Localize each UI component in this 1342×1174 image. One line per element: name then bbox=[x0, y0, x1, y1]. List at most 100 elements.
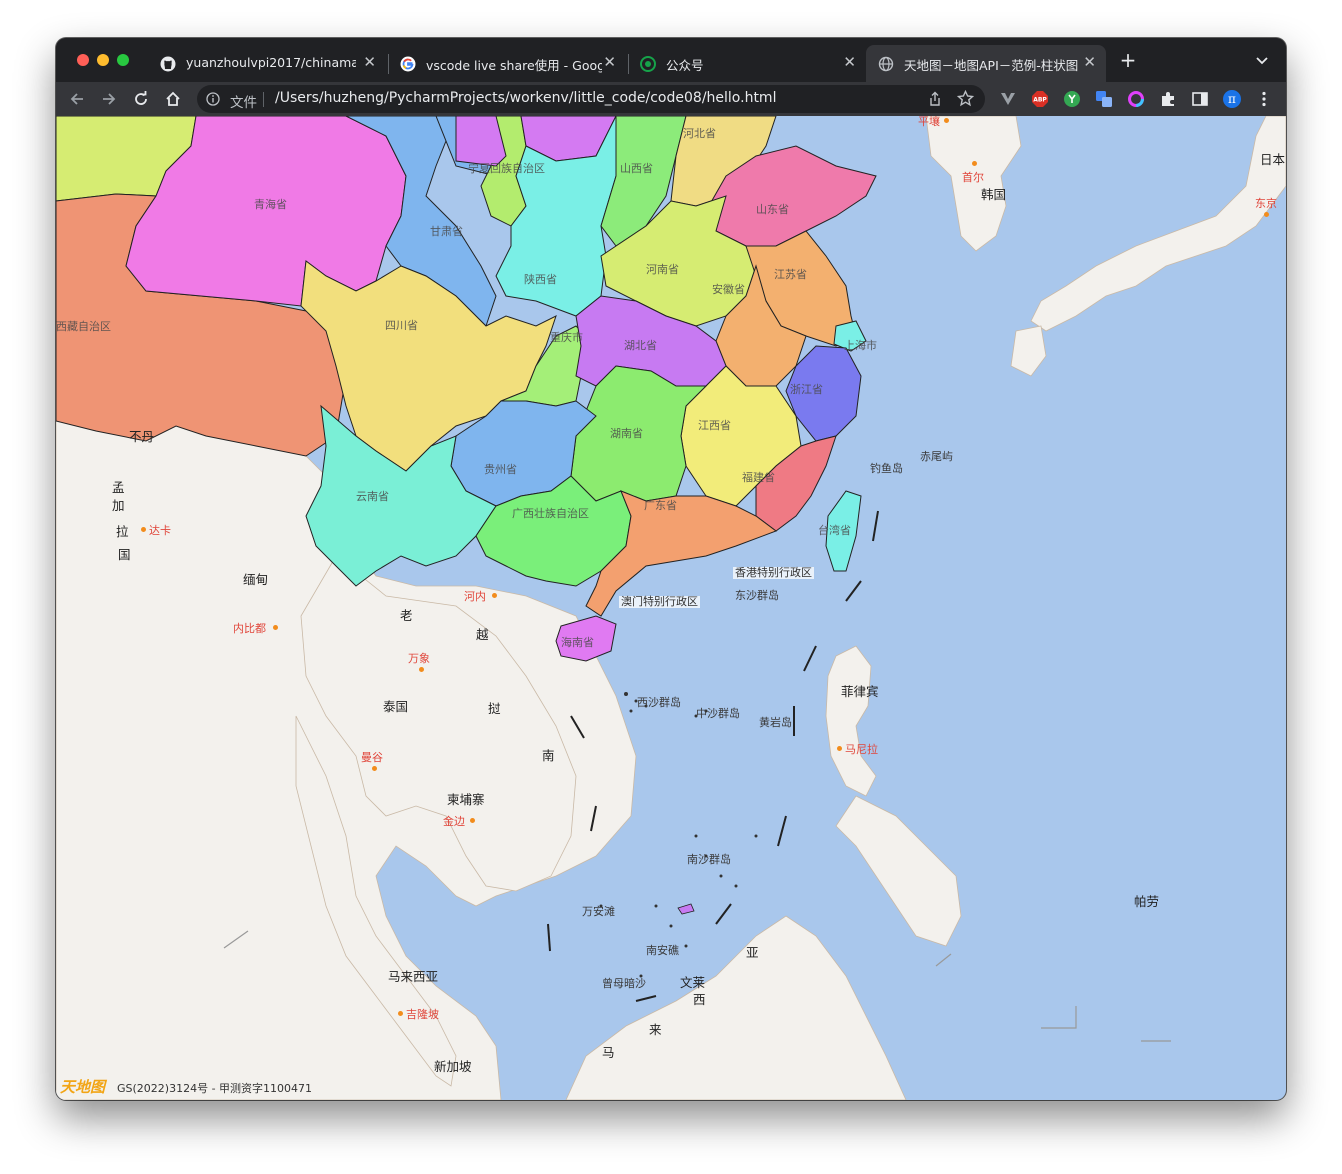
tab-title: vscode live share使用 - Google bbox=[426, 58, 602, 73]
island-label: 东沙群岛 bbox=[735, 589, 779, 602]
province-label: 四川省 bbox=[385, 319, 418, 332]
sidebar-icon[interactable] bbox=[1191, 90, 1209, 108]
close-icon[interactable]: ✕ bbox=[1083, 53, 1096, 71]
vivaldi-icon[interactable] bbox=[999, 90, 1017, 108]
capital-label: 吉隆坡 bbox=[406, 1008, 439, 1021]
country-label: 柬埔寨 bbox=[447, 792, 485, 807]
address-bar[interactable]: 文件 /Users/huzheng/PycharmProjects/worken… bbox=[197, 85, 985, 113]
province-label: 澳门特别行政区 bbox=[619, 595, 700, 608]
window-maximize-button[interactable] bbox=[117, 54, 129, 66]
province-label: 宁夏回族自治区 bbox=[468, 162, 545, 175]
tab-title: 公众号 bbox=[666, 58, 704, 73]
country-label: 帕劳 bbox=[1134, 894, 1160, 909]
land-philippines-south bbox=[835, 795, 962, 947]
island-label: 钓鱼岛 bbox=[870, 462, 903, 475]
capital-label: 平壤 bbox=[918, 116, 940, 128]
back-arrow-icon[interactable] bbox=[68, 90, 86, 108]
capital-label: 内比都 bbox=[233, 622, 266, 635]
capital-dot bbox=[372, 766, 377, 771]
tab-title: 天地图－地图API－范例-柱状图 bbox=[904, 58, 1079, 73]
capital-dot bbox=[944, 118, 949, 123]
province-label: 台湾省 bbox=[818, 524, 851, 537]
province-label: 广东省 bbox=[644, 499, 677, 512]
land-kyushu bbox=[1010, 325, 1047, 377]
capital-label: 万象 bbox=[408, 652, 430, 665]
google-icon bbox=[400, 56, 416, 72]
tab-wechat[interactable]: 公众号 ✕ bbox=[628, 45, 866, 82]
island-label: 万安滩 bbox=[582, 905, 615, 918]
province-label: 贵州省 bbox=[484, 463, 517, 476]
land-borneo bbox=[565, 915, 907, 1100]
country-label: 文莱 bbox=[680, 975, 706, 990]
tianditu-logo[interactable]: 天地图 bbox=[60, 1076, 114, 1096]
province-label: 甘肃省 bbox=[430, 225, 463, 238]
tab-github[interactable]: yuanzhoulvpi2017/chinamap ✕ bbox=[148, 45, 386, 82]
province-label: 湖北省 bbox=[624, 339, 657, 352]
toolbar: 文件 /Users/huzheng/PycharmProjects/worken… bbox=[56, 82, 1286, 116]
tab-tianditu[interactable]: 天地图－地图API－范例-柱状图 ✕ bbox=[866, 45, 1106, 82]
capital-dot bbox=[419, 667, 424, 672]
country-label: 日本 bbox=[1260, 152, 1286, 167]
country-label: 西 bbox=[693, 992, 706, 1007]
chevron-down-icon[interactable] bbox=[1254, 52, 1270, 68]
island-label: 南沙群岛 bbox=[687, 853, 731, 866]
close-icon[interactable]: ✕ bbox=[603, 53, 616, 71]
land-philippines-luzon bbox=[825, 645, 877, 797]
country-label: 韩国 bbox=[981, 187, 1007, 202]
country-label: 国 bbox=[118, 547, 131, 562]
capital-dot bbox=[972, 161, 977, 166]
adblock-icon[interactable]: ABP bbox=[1031, 90, 1049, 108]
capital-dot bbox=[398, 1011, 403, 1016]
close-icon[interactable]: ✕ bbox=[363, 53, 376, 71]
country-label: 菲律宾 bbox=[841, 684, 879, 699]
bookmark-star-icon[interactable] bbox=[957, 90, 974, 107]
tab-strip: yuanzhoulvpi2017/chinamap ✕ vscode live … bbox=[56, 38, 1286, 82]
country-label: 不丹 bbox=[129, 429, 155, 444]
island-label: 中沙群岛 bbox=[696, 707, 740, 720]
window-minimize-button[interactable] bbox=[97, 54, 109, 66]
map-canvas[interactable]: 青海省 甘肃省 宁夏回族自治区 山西省 河北省 山东省 陕西省 河南省 江苏省 … bbox=[56, 116, 1286, 1100]
island-label: 西沙群岛 bbox=[637, 696, 681, 709]
omnibox-separator bbox=[263, 92, 264, 107]
reload-icon[interactable] bbox=[132, 90, 150, 108]
capital-label: 马尼拉 bbox=[845, 743, 878, 756]
reef-purple bbox=[677, 903, 695, 915]
yandex-icon[interactable] bbox=[1063, 90, 1081, 108]
home-icon[interactable] bbox=[164, 90, 182, 108]
island-label: 曾母暗沙 bbox=[602, 977, 646, 990]
adblock-label: ABP bbox=[1033, 97, 1047, 104]
map-copyright: GS(2022)3124号 - 甲测资字1100471 bbox=[117, 1082, 313, 1095]
capital-dot bbox=[837, 746, 842, 751]
forward-arrow-icon[interactable] bbox=[100, 90, 118, 108]
color-ring-icon[interactable] bbox=[1127, 90, 1145, 108]
country-label: 孟 bbox=[112, 480, 125, 495]
new-tab-button[interactable]: + bbox=[1118, 50, 1138, 70]
profile-pi-label: π bbox=[1228, 92, 1236, 106]
menu-dots-icon[interactable] bbox=[1255, 90, 1273, 108]
country-label: 泰国 bbox=[383, 699, 409, 714]
translate-icon[interactable] bbox=[1095, 90, 1113, 108]
capital-dot bbox=[470, 818, 475, 823]
url-text[interactable]: /Users/huzheng/PycharmProjects/workenv/l… bbox=[275, 90, 776, 106]
country-label: 马 bbox=[602, 1045, 615, 1060]
country-label: 来 bbox=[649, 1022, 662, 1037]
capital-label: 金边 bbox=[443, 815, 465, 828]
province-label: 湖南省 bbox=[610, 427, 643, 440]
close-icon[interactable]: ✕ bbox=[843, 53, 856, 71]
province-label: 山东省 bbox=[756, 203, 789, 216]
profile-pi-icon[interactable]: π bbox=[1223, 90, 1241, 108]
province-label: 安徽省 bbox=[712, 283, 745, 296]
tab-google[interactable]: vscode live share使用 - Google ✕ bbox=[388, 45, 626, 82]
country-label: 挝 bbox=[488, 701, 501, 716]
window-close-button[interactable] bbox=[77, 54, 89, 66]
puzzle-icon[interactable] bbox=[1159, 90, 1177, 108]
share-icon[interactable] bbox=[927, 91, 943, 107]
capital-label: 达卡 bbox=[149, 524, 171, 537]
tab-title: yuanzhoulvpi2017/chinamap bbox=[186, 55, 356, 70]
github-icon bbox=[160, 56, 176, 72]
province-label: 河北省 bbox=[683, 127, 716, 140]
info-icon[interactable] bbox=[206, 92, 220, 106]
capital-dot bbox=[141, 527, 146, 532]
country-label: 新加坡 bbox=[434, 1059, 472, 1074]
capital-label: 河内 bbox=[464, 590, 486, 603]
